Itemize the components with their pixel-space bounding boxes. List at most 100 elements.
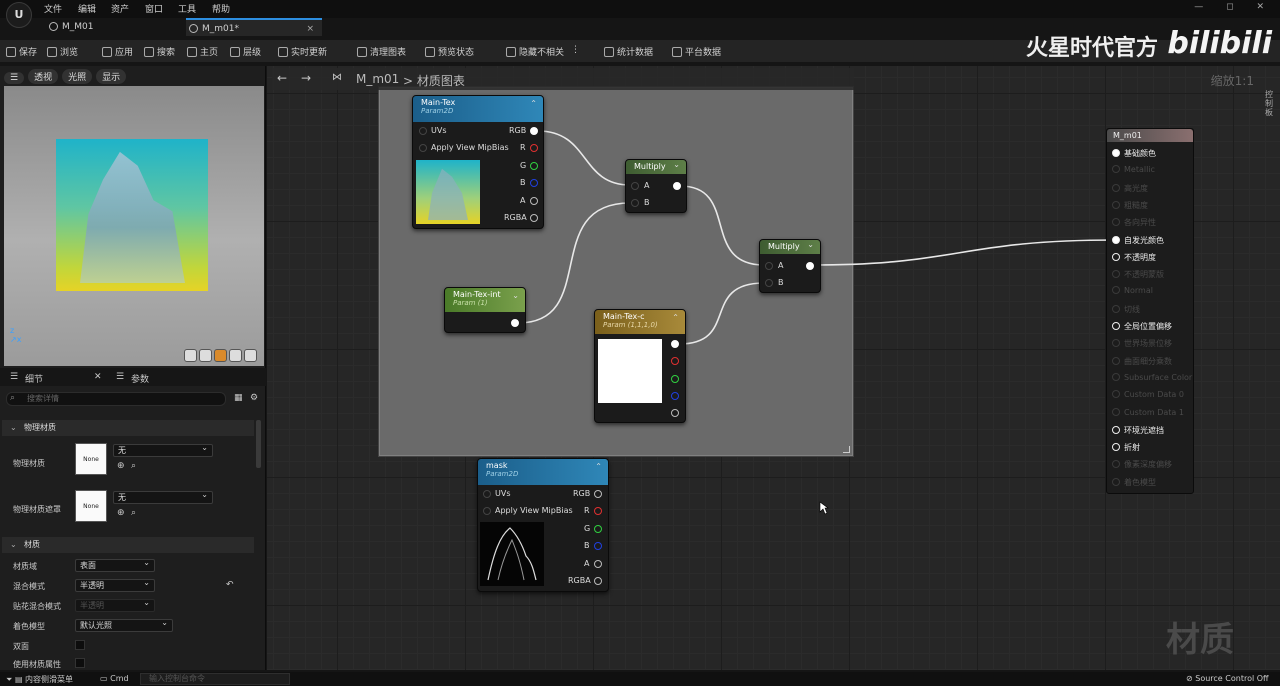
output-pin[interactable]: 曲面细分乘数: [1112, 356, 1172, 367]
node-title: mask: [486, 461, 508, 470]
output-pin-label: Metallic: [1124, 165, 1155, 175]
collapse-icon[interactable]: ⌄: [807, 240, 814, 249]
pin-mip-icon[interactable]: [483, 507, 491, 515]
channel-brand-text: 火星时代官方: [1025, 36, 1158, 61]
output-pin[interactable]: 切线: [1112, 304, 1140, 315]
pin-mip-icon[interactable]: [419, 144, 427, 152]
pin-rgba-icon[interactable]: [594, 577, 602, 585]
output-pin[interactable]: 各向异性: [1112, 217, 1156, 228]
output-pin[interactable]: 粗糙度: [1112, 200, 1148, 211]
pin-icon: [1112, 304, 1120, 313]
output-pin-label: 各向异性: [1124, 218, 1156, 228]
collapse-icon[interactable]: ⌃: [595, 462, 602, 471]
output-pin[interactable]: Normal: [1112, 286, 1153, 295]
pin-label: B: [520, 178, 526, 187]
pin-label: A: [644, 181, 650, 190]
pin-a-icon[interactable]: [594, 560, 602, 568]
pin-label: RGBA: [568, 576, 591, 585]
pin-g-icon[interactable]: [594, 525, 602, 533]
pin-rgb-icon[interactable]: [530, 127, 538, 135]
pin-icon: [1112, 339, 1120, 348]
cmd-button[interactable]: ▭ Cmd: [100, 674, 129, 683]
pin-label: A: [584, 559, 590, 568]
output-pin-label: Subsurface Color: [1124, 372, 1193, 382]
pin-icon: [1112, 200, 1120, 209]
pin-uvs-icon[interactable]: [419, 127, 427, 135]
collapse-icon[interactable]: ⌃: [530, 99, 537, 108]
output-pin-label: 世界场景位移: [1124, 339, 1172, 349]
pin-uvs-icon[interactable]: [483, 490, 491, 498]
collapse-icon[interactable]: ⌃: [672, 313, 679, 322]
pin-g-icon[interactable]: [671, 375, 679, 383]
output-pin[interactable]: 不透明度: [1112, 252, 1156, 263]
output-pin[interactable]: 世界场景位移: [1112, 338, 1172, 349]
pin-icon: [1112, 425, 1120, 434]
output-pin[interactable]: Subsurface Color: [1112, 372, 1193, 382]
pin-output-icon[interactable]: [806, 262, 814, 270]
output-title: M_m01: [1107, 129, 1193, 142]
pin-r-icon[interactable]: [530, 144, 538, 152]
pin-a-icon[interactable]: [530, 197, 538, 205]
pin-r-icon[interactable]: [671, 357, 679, 365]
collapse-icon[interactable]: ⌄: [673, 160, 680, 169]
pin-b-icon[interactable]: [671, 392, 679, 400]
output-pin-label: 着色模型: [1124, 477, 1156, 487]
node-header: mask Param2D ⌃: [478, 459, 608, 485]
node-header: Multiply ⌄: [626, 160, 686, 174]
pin-label: G: [520, 161, 527, 170]
pin-b-icon[interactable]: [765, 279, 773, 287]
pin-g-icon[interactable]: [530, 162, 538, 170]
collapse-icon[interactable]: ⌄: [512, 291, 519, 300]
pin-a-icon[interactable]: [631, 182, 639, 190]
pin-r-icon[interactable]: [594, 507, 602, 515]
source-control-button[interactable]: ⊘ Source Control Off: [1186, 674, 1269, 683]
node-header: Multiply ⌄: [760, 240, 820, 254]
pin-output-icon[interactable]: [673, 182, 681, 190]
node-header: Main-Tex-c Param (1,1,1,0) ⌃: [595, 310, 685, 334]
pin-label: RGBA: [504, 213, 527, 222]
output-pin-label: 折射: [1124, 443, 1140, 453]
output-pin[interactable]: 像素深度偏移: [1112, 459, 1172, 470]
pin-a-icon[interactable]: [671, 409, 679, 417]
output-pin[interactable]: 着色模型: [1112, 477, 1156, 488]
console-input[interactable]: 输入控制台命令: [140, 673, 290, 685]
output-pin[interactable]: 全局位置偏移: [1112, 321, 1172, 332]
output-pin-label: 不透明度: [1124, 252, 1156, 262]
output-pin-label: 不透明蒙版: [1124, 270, 1164, 280]
pin-rgb-icon[interactable]: [594, 490, 602, 498]
output-pin-label: 环境光遮挡: [1124, 425, 1164, 435]
content-drawer-button[interactable]: ⏷ ▤ 内容侧滑菜单: [6, 674, 73, 685]
output-pin[interactable]: Metallic: [1112, 165, 1155, 174]
pin-rgb-icon[interactable]: [671, 340, 679, 348]
wire-rgb-to-a: [537, 130, 631, 186]
output-pin[interactable]: Custom Data 0: [1112, 390, 1184, 399]
pin-label: Apply View MipBias: [495, 506, 573, 515]
output-pin[interactable]: 自发光颜色: [1112, 235, 1164, 246]
output-pin[interactable]: 环境光遮挡: [1112, 425, 1164, 436]
pin-label: UVs: [495, 489, 511, 498]
output-pin[interactable]: 高光度: [1112, 183, 1148, 194]
pin-label: R: [520, 143, 526, 152]
output-pin[interactable]: 基础颜色: [1112, 148, 1156, 159]
output-pin[interactable]: 折射: [1112, 442, 1140, 453]
pin-icon: [1112, 356, 1120, 365]
pin-rgba-icon[interactable]: [530, 214, 538, 222]
pin-a-icon[interactable]: [765, 262, 773, 270]
output-pin[interactable]: 不透明蒙版: [1112, 269, 1164, 280]
pin-icon: [1112, 183, 1120, 192]
bilibili-logo: bilibili: [1167, 26, 1272, 61]
drawer-icon: ⏷ ▤: [6, 675, 26, 684]
output-pin-label: Normal: [1124, 286, 1153, 296]
wire-color-to-b: [678, 282, 765, 345]
pin-b-icon[interactable]: [594, 542, 602, 550]
pin-icon: [1112, 165, 1120, 174]
pin-b-icon[interactable]: [631, 199, 639, 207]
node-title: Main-Tex: [421, 98, 456, 107]
output-pin-label: 高光度: [1124, 183, 1148, 193]
pin-b-icon[interactable]: [530, 179, 538, 187]
mask-thumbnail: [480, 522, 544, 586]
color-swatch[interactable]: [598, 339, 662, 403]
output-pin[interactable]: Custom Data 1: [1112, 407, 1184, 417]
watermark-text: 材质: [1166, 620, 1234, 660]
pin-output-icon[interactable]: [511, 319, 519, 327]
